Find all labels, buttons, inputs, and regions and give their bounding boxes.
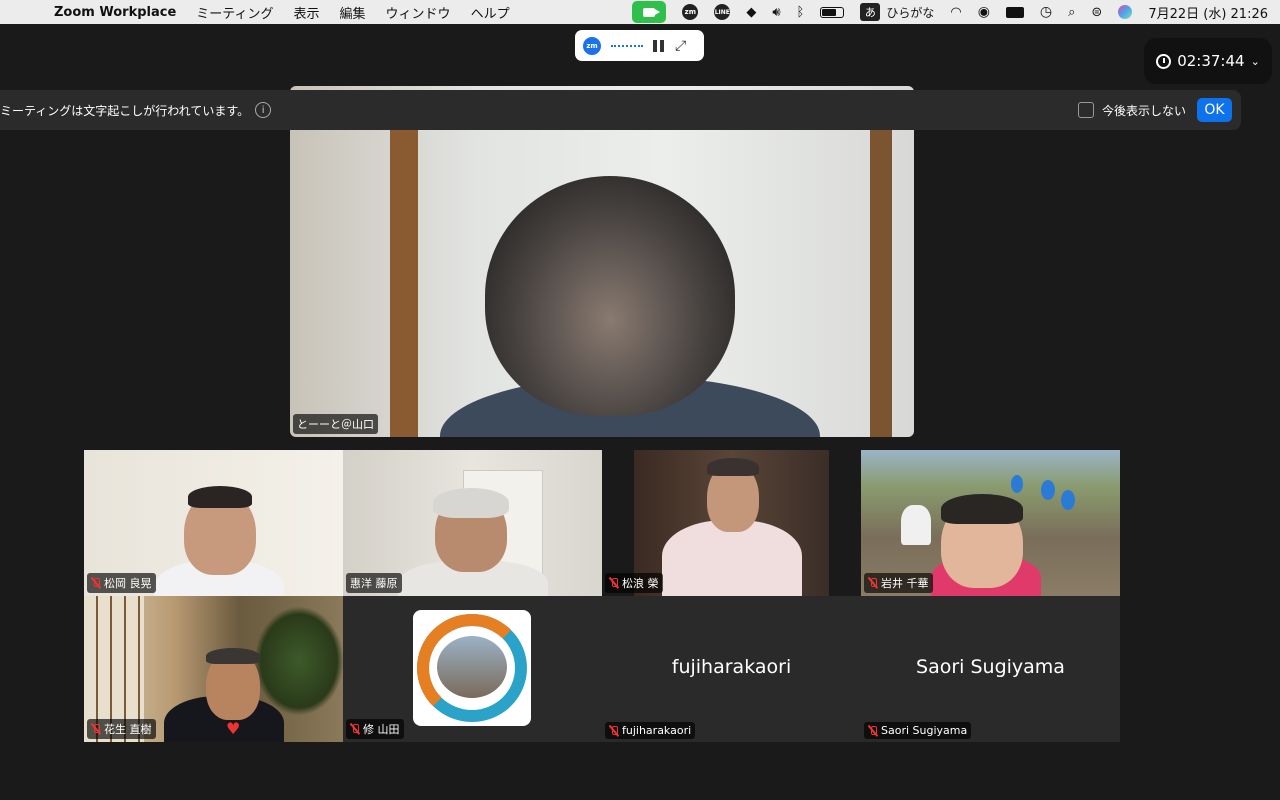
mic-muted-icon bbox=[609, 725, 619, 737]
ime-input-icon[interactable]: あ bbox=[860, 3, 881, 21]
control-center-icon[interactable]: ⊜ bbox=[1091, 5, 1102, 20]
mic-muted-icon bbox=[350, 723, 360, 735]
participant-name-tag: 松岡 良晃 bbox=[87, 573, 156, 593]
participant-tile[interactable]: 松浪 榮 bbox=[602, 450, 861, 596]
participant-name: 惠洋 藤原 bbox=[350, 577, 398, 590]
participant-name: 修 山田 bbox=[363, 723, 400, 736]
participant-name: 松浪 榮 bbox=[622, 577, 659, 590]
mic-muted-icon bbox=[91, 723, 101, 735]
participant-name-tag: Saori Sugiyama bbox=[864, 722, 972, 739]
participant-tile[interactable]: 岩井 千華 bbox=[861, 450, 1120, 596]
info-icon[interactable]: i bbox=[255, 102, 272, 118]
participant-tile[interactable]: 松岡 良晃 bbox=[84, 450, 343, 596]
menu-bar: Zoom Workplace ミーティング 表示 編集 ウィンドウ ヘルプ zm… bbox=[0, 0, 1280, 24]
ime-mode-label[interactable]: ひらがな bbox=[886, 4, 934, 21]
participant-tile[interactable]: 惠洋 藤原 bbox=[343, 450, 602, 596]
zoom-logo-icon: zm bbox=[583, 36, 601, 55]
participant-tile[interactable]: ♥ 花生 直樹 bbox=[84, 596, 343, 742]
keyboard-icon[interactable] bbox=[1005, 6, 1024, 18]
menu-edit[interactable]: 編集 bbox=[340, 3, 366, 22]
speaker-face bbox=[485, 176, 735, 416]
user-account-icon[interactable]: ◉ bbox=[978, 4, 990, 20]
wifi-icon[interactable]: ◠ bbox=[950, 5, 961, 20]
active-speaker-video[interactable]: とーーと＠山口 bbox=[290, 86, 914, 437]
transcription-banner: ミーティングは文字起こしが行われています。 i 今後表示しない OK bbox=[0, 90, 1241, 130]
participant-display-name: Saori Sugiyama bbox=[916, 656, 1065, 678]
participant-name-tag: とーーと＠山口 bbox=[293, 414, 378, 434]
time-machine-icon[interactable]: ◷ bbox=[1040, 4, 1052, 20]
menu-view[interactable]: 表示 bbox=[294, 3, 320, 22]
participant-name-tag: 岩井 千華 bbox=[864, 573, 933, 593]
participant-name-tag: 花生 直樹 bbox=[87, 719, 156, 739]
expand-icon[interactable]: ⤢ bbox=[675, 39, 689, 53]
participant-name: とーーと＠山口 bbox=[297, 418, 374, 431]
participant-name-tag: 惠洋 藤原 bbox=[346, 573, 402, 593]
participant-tile[interactable]: 修 山田 bbox=[343, 596, 602, 742]
participant-tile[interactable]: fujiharakaori fujiharakaori bbox=[602, 596, 861, 742]
clock-datetime[interactable]: 7月22日 (水) 21:26 bbox=[1148, 3, 1268, 22]
pause-icon[interactable] bbox=[653, 39, 665, 52]
participant-name-tag: 松浪 榮 bbox=[605, 573, 663, 593]
siri-icon[interactable] bbox=[1118, 5, 1133, 19]
spotlight-search-icon[interactable]: ⌕ bbox=[1068, 5, 1075, 20]
bluetooth-icon[interactable]: ᛒ bbox=[797, 5, 805, 20]
ok-button[interactable]: OK bbox=[1197, 98, 1232, 122]
zoom-app-icon[interactable]: zm bbox=[682, 4, 699, 20]
zoom-video-status-icon[interactable] bbox=[632, 1, 667, 23]
participant-name: 松岡 良晃 bbox=[104, 577, 152, 590]
participant-name: fujiharakaori bbox=[622, 724, 692, 737]
timer-value: 02:37:44 bbox=[1177, 52, 1245, 70]
climate-action-avatar bbox=[413, 610, 531, 726]
dont-show-checkbox[interactable] bbox=[1078, 102, 1094, 118]
participant-name: 岩井 千華 bbox=[881, 577, 929, 590]
mic-muted-icon bbox=[609, 577, 619, 589]
mic-muted-icon bbox=[868, 577, 878, 589]
meeting-timer[interactable]: 02:37:44 ⌄ bbox=[1144, 38, 1272, 84]
participant-name-tag: 修 山田 bbox=[346, 719, 404, 739]
participant-tile[interactable]: Saori Sugiyama Saori Sugiyama bbox=[861, 596, 1120, 742]
chevron-down-icon[interactable]: ⌄ bbox=[1251, 55, 1260, 68]
participant-name: Saori Sugiyama bbox=[881, 724, 968, 737]
mic-muted-icon bbox=[91, 577, 101, 589]
battery-icon[interactable] bbox=[820, 6, 845, 18]
dropbox-icon[interactable]: ◆ bbox=[746, 5, 756, 20]
banner-message: ミーティングは文字起こしが行われています。 bbox=[0, 103, 250, 118]
recording-indicator: zm ⤢ bbox=[575, 30, 704, 61]
menu-help[interactable]: ヘルプ bbox=[471, 3, 510, 22]
mic-muted-icon bbox=[868, 725, 878, 737]
participant-display-name: fujiharakaori bbox=[671, 656, 792, 678]
dont-show-label[interactable]: 今後表示しない bbox=[1102, 102, 1186, 119]
line-app-icon[interactable]: LINE bbox=[714, 4, 731, 20]
participant-name: 花生 直樹 bbox=[104, 723, 152, 736]
menu-window[interactable]: ウィンドウ bbox=[386, 3, 451, 22]
audio-wave-icon bbox=[611, 44, 643, 47]
volume-icon[interactable]: 🔊︎ bbox=[772, 5, 780, 20]
menu-meeting[interactable]: ミーティング bbox=[196, 3, 273, 22]
app-name-menu[interactable]: Zoom Workplace bbox=[54, 5, 176, 20]
participant-name-tag: fujiharakaori bbox=[605, 722, 696, 739]
clock-icon bbox=[1156, 53, 1172, 69]
